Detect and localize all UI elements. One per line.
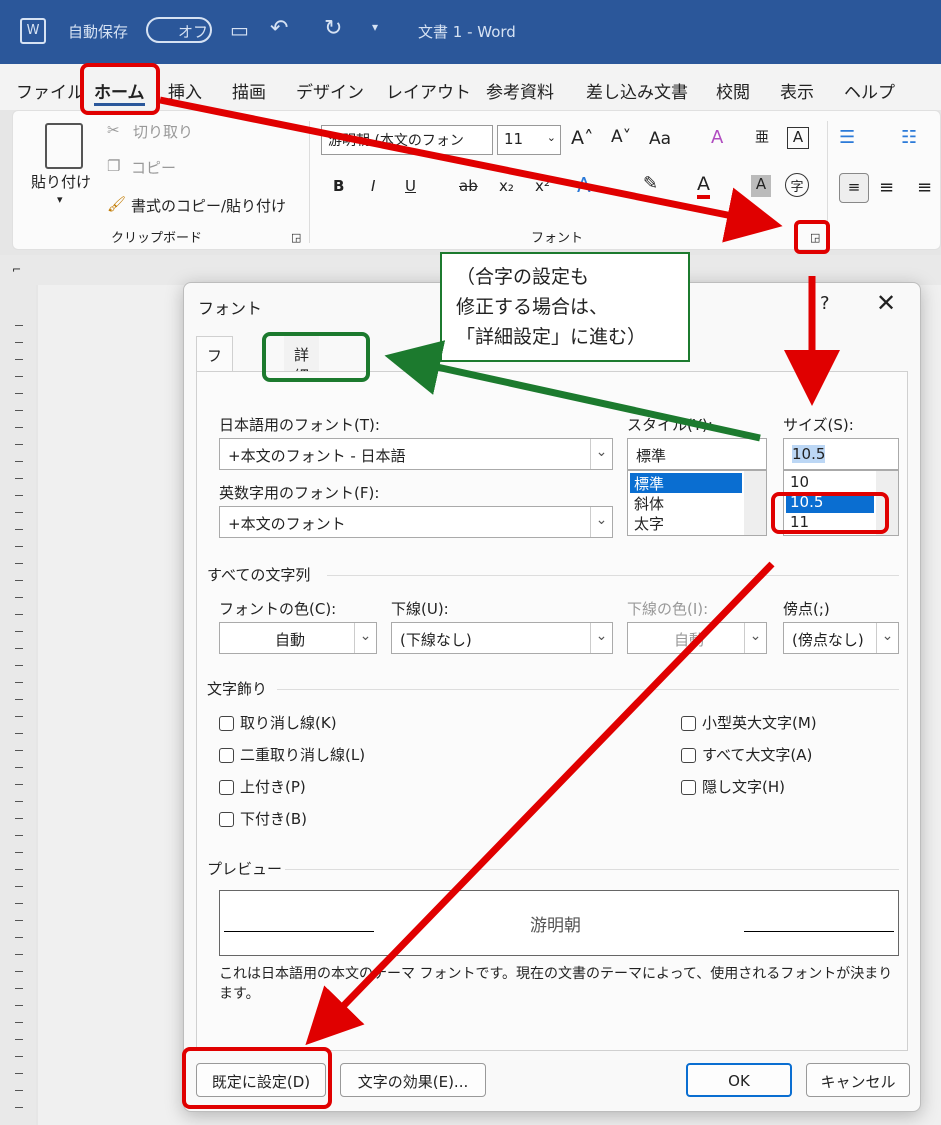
arrow-home-to-launcher	[159, 96, 783, 243]
annotation-arrows	[159, 96, 840, 1046]
arrow-size-to-default	[305, 561, 775, 1046]
arrow-to-advanced-tab	[384, 340, 761, 442]
